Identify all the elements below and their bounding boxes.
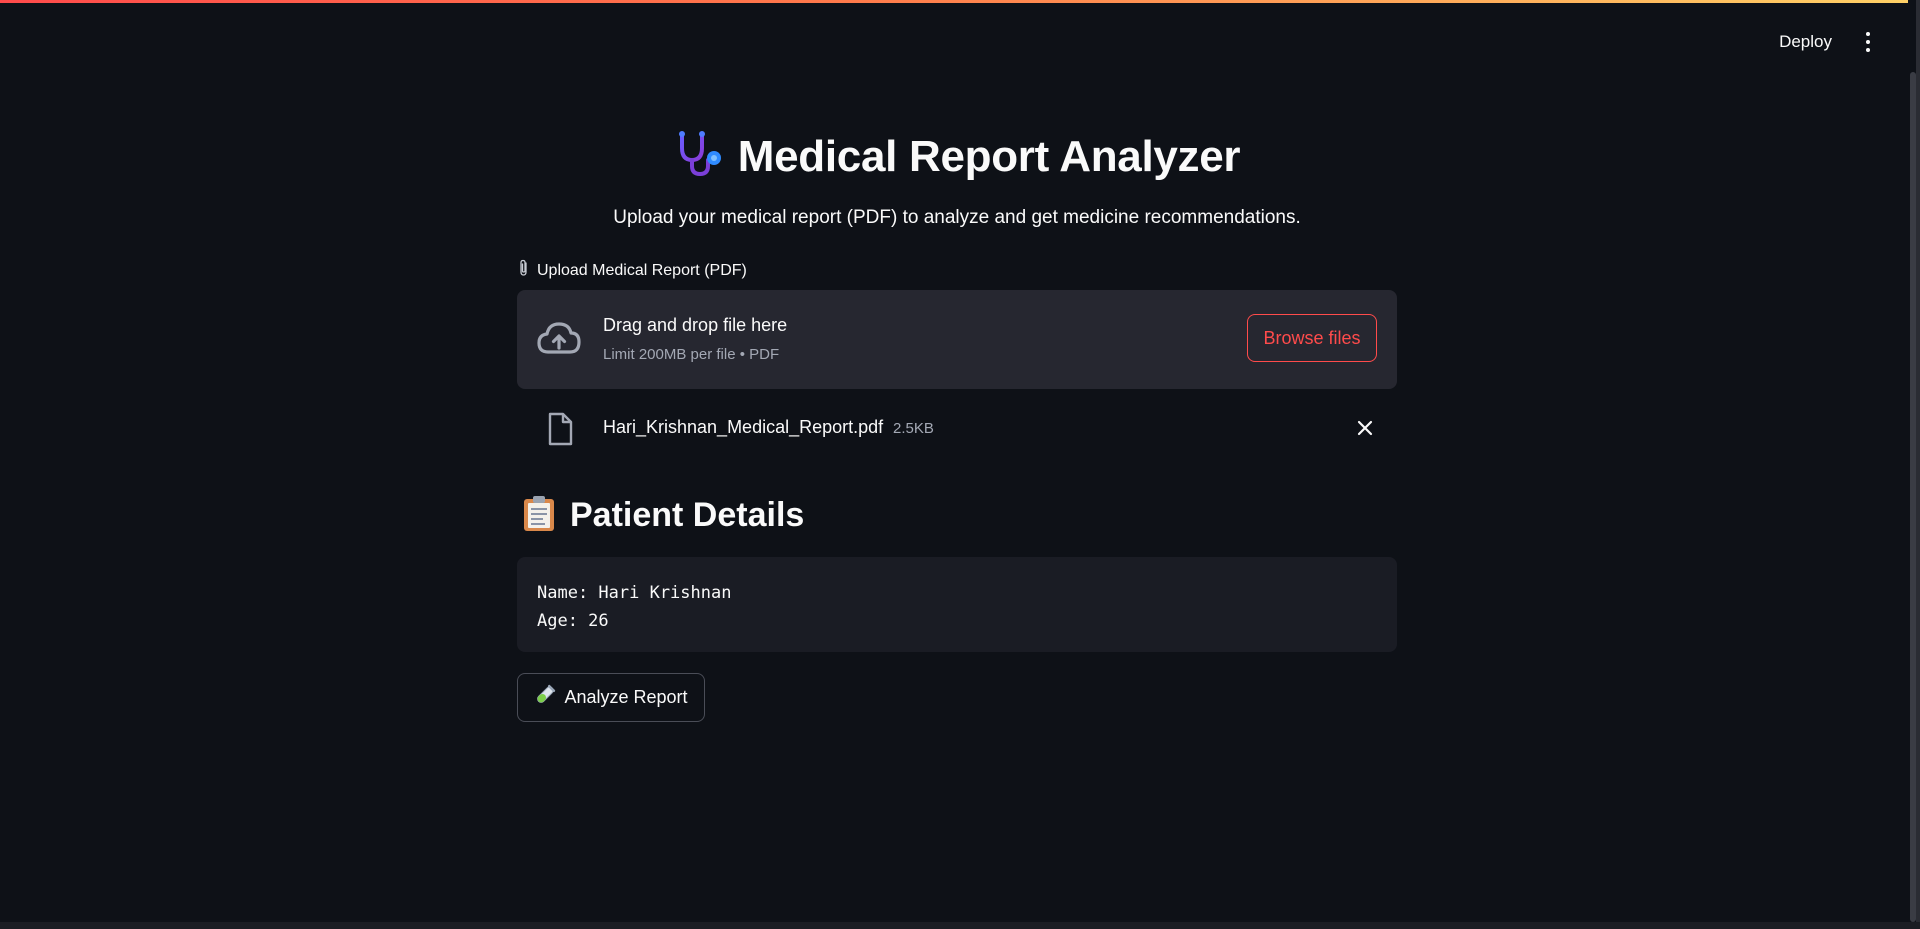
uploaded-file-size: 2.5KB bbox=[893, 420, 934, 437]
scrollbar[interactable] bbox=[1908, 0, 1916, 922]
scrollbar-thumb[interactable] bbox=[1910, 72, 1916, 922]
deploy-button[interactable]: Deploy bbox=[1775, 26, 1836, 58]
file-dropzone[interactable]: Drag and drop file here Limit 200MB per … bbox=[517, 290, 1397, 389]
dropzone-title: Drag and drop file here bbox=[603, 315, 788, 335]
uploaded-file-row: Hari_Krishnan_Medical_Report.pdf 2.5KB bbox=[517, 408, 1397, 450]
uploader-label: Upload Medical Report (PDF) bbox=[517, 259, 747, 282]
file-icon bbox=[546, 412, 574, 451]
uploader-label-text: Upload Medical Report (PDF) bbox=[537, 261, 747, 279]
page-subtitle: Upload your medical report (PDF) to anal… bbox=[613, 207, 1301, 228]
patient-details-title: Patient Details bbox=[570, 496, 805, 534]
paperclip-icon bbox=[517, 259, 531, 282]
header-toolbar: Deploy bbox=[1775, 26, 1878, 58]
patient-details-header: Patient Details bbox=[522, 494, 804, 537]
close-icon[interactable] bbox=[1355, 418, 1375, 443]
dropzone-limit-text: Limit 200MB per file • PDF bbox=[603, 346, 780, 363]
test-tube-icon bbox=[534, 684, 556, 711]
browse-files-button[interactable]: Browse files bbox=[1247, 314, 1377, 362]
page-title-row: Medical Report Analyzer bbox=[517, 130, 1397, 183]
vertical-ellipsis-icon[interactable] bbox=[1858, 28, 1878, 56]
app-window: Deploy Medical Report Analyzer Upload yo… bbox=[0, 0, 1920, 922]
uploaded-file-name: Hari_Krishnan_Medical_Report.pdf bbox=[603, 417, 884, 437]
analyze-report-label: Analyze Report bbox=[564, 687, 688, 707]
patient-age-line: Age: 26 bbox=[537, 611, 609, 631]
cloud-upload-icon bbox=[535, 319, 583, 364]
patient-name-line: Name: Hari Krishnan bbox=[537, 583, 732, 603]
top-decoration-bar bbox=[0, 0, 1916, 3]
clipboard-icon bbox=[522, 494, 556, 537]
page-title: Medical Report Analyzer bbox=[737, 131, 1241, 181]
patient-details-code-block: Name: Hari Krishnan Age: 26 bbox=[517, 557, 1397, 652]
analyze-report-button[interactable]: Analyze Report bbox=[517, 673, 705, 722]
stethoscope-icon bbox=[674, 130, 724, 183]
